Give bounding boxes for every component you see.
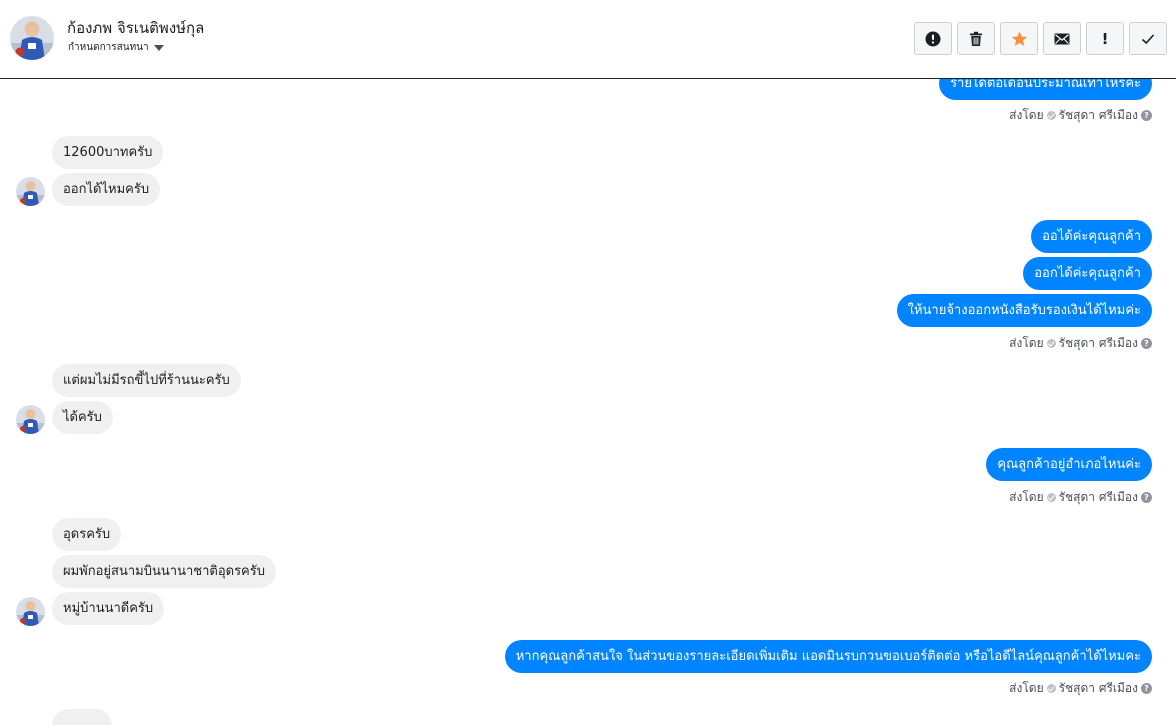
star-button[interactable]	[1000, 22, 1038, 55]
message-meta: ส่งโดย รัชสุดา ศรีเมือง ?	[1009, 106, 1152, 125]
conversation-thread: รายได้ต่อเดือนประมาณเท่าไหร่คะ ส่งโดย รั…	[0, 0, 1176, 725]
contact-avatar[interactable]	[10, 16, 54, 60]
outgoing-message: ออกได้ค่ะคุณลูกค้า	[1023, 257, 1152, 290]
mark-done-button[interactable]	[1129, 22, 1167, 55]
conversation-schedule-dropdown[interactable]: กำหนดการสนทนา	[68, 40, 164, 55]
avatar[interactable]	[16, 177, 45, 206]
check-circle-icon	[1046, 339, 1056, 348]
sent-by-label: ส่งโดย	[1009, 681, 1044, 695]
report-spam-button[interactable]	[914, 22, 952, 55]
conversation-header: ก้องภพ จิรเนติพงษ์กุล กำหนดการสนทนา !	[0, 0, 1176, 79]
help-icon[interactable]: ?	[1141, 492, 1152, 503]
check-icon	[1141, 33, 1155, 44]
incoming-message: ได้ครับ	[52, 401, 113, 434]
follow-up-button[interactable]: !	[1086, 22, 1124, 55]
outgoing-message: หากคุณลูกค้าสนใจ ในส่วนของรายละเอียดเพิ่…	[504, 640, 1152, 673]
contact-name[interactable]: ก้องภพ จิรเนติพงษ์กุล	[67, 16, 204, 40]
check-circle-icon	[1046, 111, 1056, 120]
outgoing-message: คุณลูกค้าอยู่อำเภอไหนค่ะ	[986, 448, 1152, 481]
trash-icon	[970, 31, 982, 46]
avatar-image	[10, 16, 54, 60]
help-icon[interactable]: ?	[1141, 110, 1152, 121]
toolbar: !	[914, 22, 1167, 55]
message-meta: ส่งโดย รัชสุดา ศรีเมือง ?	[1009, 679, 1152, 698]
help-icon[interactable]: ?	[1141, 338, 1152, 349]
check-circle-icon	[1046, 684, 1056, 693]
incoming-message: หมู่บ้านนาดีครับ	[52, 592, 165, 625]
sent-by-label: ส่งโดย	[1009, 336, 1044, 350]
incoming-message: 12600บาทครับ	[52, 136, 164, 169]
incoming-message: อุดรครับ	[52, 518, 122, 551]
incoming-message: ออกได้ไหมครับ	[52, 173, 161, 206]
avatar[interactable]	[16, 597, 45, 626]
delete-button[interactable]	[957, 22, 995, 55]
message-meta: ส่งโดย รัชสุดา ศรีเมือง ?	[1009, 334, 1152, 353]
incoming-message-partial	[52, 709, 112, 725]
exclamation-icon: !	[1101, 29, 1109, 48]
avatar-image	[16, 597, 45, 626]
avatar-image	[16, 405, 45, 434]
outgoing-message: ให้นายจ้างออกหนังสือรับรองเงินได้ไหมค่ะ	[896, 294, 1152, 327]
caret-down-icon	[153, 44, 164, 51]
message-meta: ส่งโดย รัชสุดา ศรีเมือง ?	[1009, 488, 1152, 507]
schedule-label: กำหนดการสนทนา	[68, 42, 149, 53]
sender-name[interactable]: รัชสุดา ศรีเมือง	[1059, 679, 1138, 698]
star-icon	[1011, 31, 1027, 46]
sent-by-label: ส่งโดย	[1009, 490, 1044, 504]
check-circle-icon	[1046, 493, 1056, 502]
outgoing-message: ออได้ค่ะคุณลูกค้า	[1031, 220, 1152, 253]
avatar[interactable]	[16, 405, 45, 434]
sender-name[interactable]: รัชสุดา ศรีเมือง	[1059, 488, 1138, 507]
sender-name[interactable]: รัชสุดา ศรีเมือง	[1059, 334, 1138, 353]
sender-name[interactable]: รัชสุดา ศรีเมือง	[1059, 106, 1138, 125]
alert-circle-icon	[925, 31, 941, 46]
sent-by-label: ส่งโดย	[1009, 108, 1044, 122]
mark-unread-button[interactable]	[1043, 22, 1081, 55]
incoming-message: ผมพักอยู่สนามบินนานาชาติอุดรครับ	[52, 555, 276, 588]
avatar-image	[16, 177, 45, 206]
incoming-message: แต่ผมไม่มีรถขี้ไปที่ร้านนะครับ	[52, 364, 241, 397]
help-icon[interactable]: ?	[1141, 683, 1152, 694]
envelope-icon	[1054, 33, 1070, 44]
